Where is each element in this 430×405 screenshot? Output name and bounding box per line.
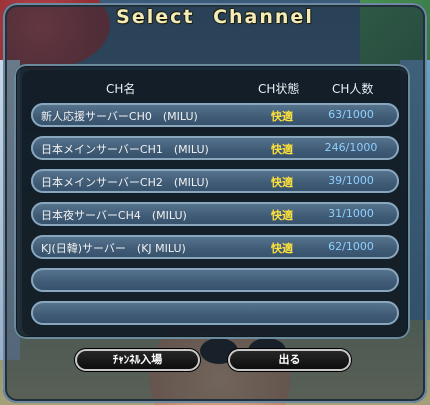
- column-header-name: CH名: [106, 82, 136, 96]
- channel-state: 快適: [271, 242, 293, 255]
- channel-count: 63/1000: [328, 108, 374, 121]
- channel-name: 日本メインサーバーCH1 (MILU): [41, 143, 209, 156]
- channel-state: 快適: [271, 143, 293, 156]
- channel-state: 快適: [271, 209, 293, 222]
- exit-button[interactable]: 出る: [228, 349, 351, 371]
- channel-row-4[interactable]: KJ(日韓)サーバー (KJ MILU) 快適 62/1000: [31, 235, 399, 259]
- dialog-title: Select Channel: [116, 6, 314, 28]
- channel-count: 31/1000: [328, 207, 374, 220]
- enter-channel-button[interactable]: ﾁｬﾝﾈﾙ入場: [75, 349, 200, 371]
- channel-count: 62/1000: [328, 240, 374, 253]
- channel-state: 快適: [271, 110, 293, 123]
- channel-name: 新人応援サーバーCH0 (MILU): [41, 110, 198, 123]
- channel-row-5-empty[interactable]: [31, 268, 399, 292]
- channel-count: 39/1000: [328, 174, 374, 187]
- column-header-count: CH人数: [332, 82, 374, 96]
- channel-name: 日本夜サーバーCH4 (MILU): [41, 209, 187, 222]
- column-header-state: CH状態: [258, 82, 300, 96]
- channel-row-2[interactable]: 日本メインサーバーCH2 (MILU) 快適 39/1000: [31, 169, 399, 193]
- channel-row-1[interactable]: 日本メインサーバーCH1 (MILU) 快適 246/1000: [31, 136, 399, 160]
- channel-row-0[interactable]: 新人応援サーバーCH0 (MILU) 快適 63/1000: [31, 103, 399, 127]
- channel-state: 快適: [271, 176, 293, 189]
- channel-row-6-empty[interactable]: [31, 301, 399, 325]
- channel-name: 日本メインサーバーCH2 (MILU): [41, 176, 209, 189]
- channel-row-3[interactable]: 日本夜サーバーCH4 (MILU) 快適 31/1000: [31, 202, 399, 226]
- channel-count: 246/1000: [324, 141, 378, 154]
- channel-name: KJ(日韓)サーバー (KJ MILU): [41, 242, 186, 255]
